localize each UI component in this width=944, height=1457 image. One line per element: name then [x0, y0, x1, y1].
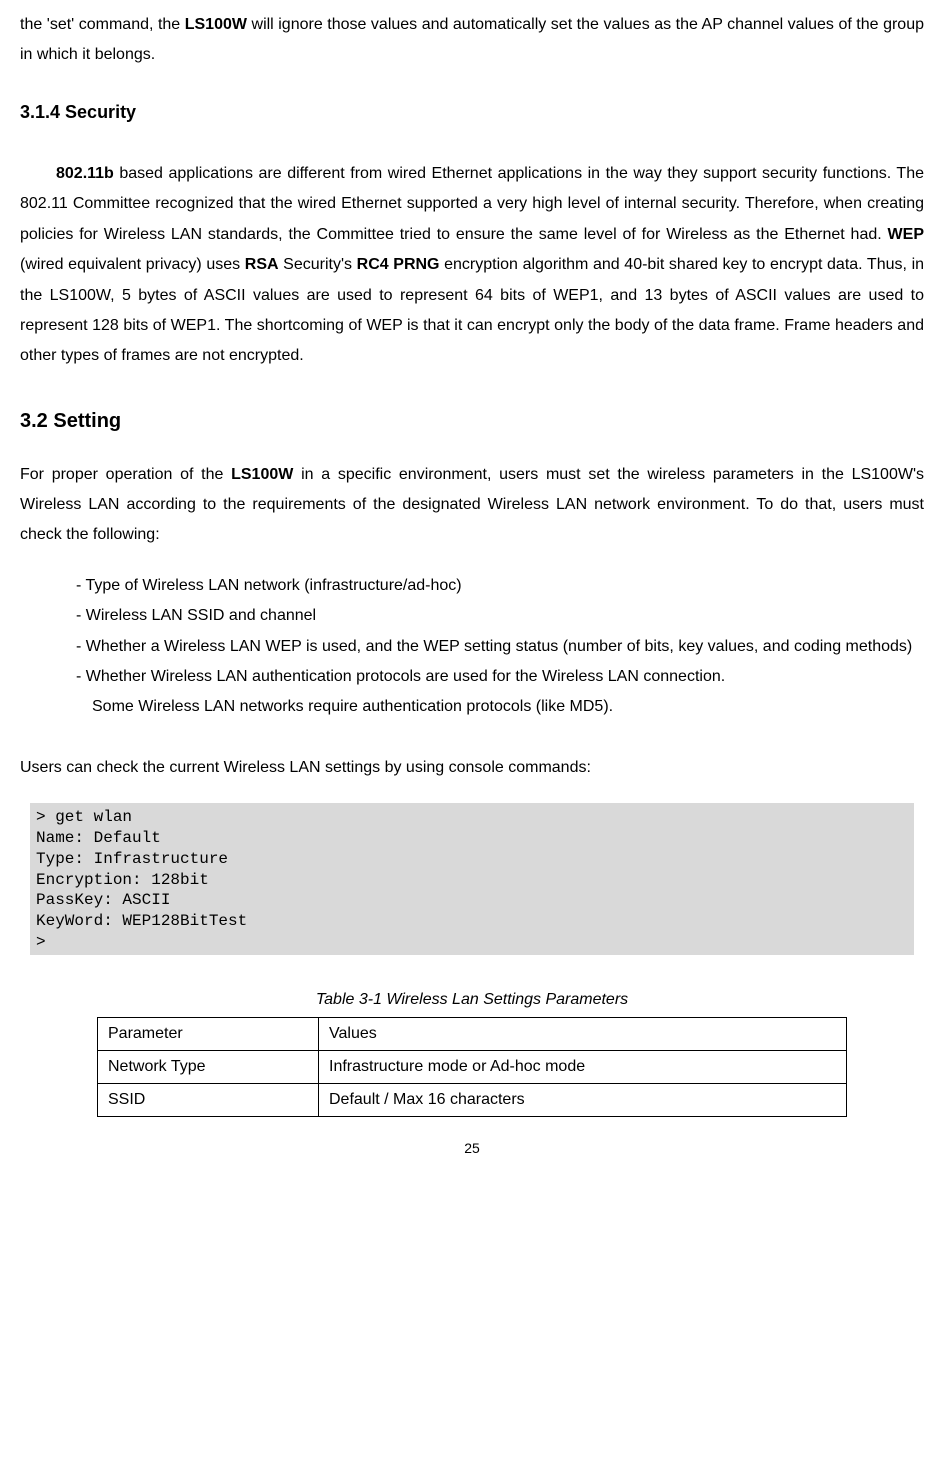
- table-caption: Table 3-1 Wireless Lan Settings Paramete…: [20, 985, 924, 1015]
- bold-ls100w: LS100W: [231, 466, 293, 483]
- table-cell: Values: [319, 1018, 847, 1051]
- console-output: > get wlan Name: Default Type: Infrastru…: [30, 803, 914, 955]
- table-row: SSID Default / Max 16 characters: [98, 1084, 847, 1117]
- table-cell: Infrastructure mode or Ad-hoc mode: [319, 1051, 847, 1084]
- settings-table: Parameter Values Network Type Infrastruc…: [97, 1017, 847, 1117]
- intro-text-before: the 'set' command, the: [20, 16, 185, 33]
- sec-text3: Security's: [279, 256, 357, 273]
- table-cell: Parameter: [98, 1018, 319, 1051]
- bullet-item-1: - Type of Wireless LAN network (infrastr…: [94, 571, 924, 601]
- table-cell: Default / Max 16 characters: [319, 1084, 847, 1117]
- setting-paragraph: For proper operation of the LS100W in a …: [20, 460, 924, 551]
- sec-text2: (wired equivalent privacy) uses: [20, 256, 245, 273]
- bold-wep: WEP: [888, 226, 924, 243]
- bold-rsa: RSA: [245, 256, 279, 273]
- table-row: Parameter Values: [98, 1018, 847, 1051]
- bullet-item-3: - Whether a Wireless LAN WEP is used, an…: [94, 632, 924, 662]
- bullet-item-2: - Wireless LAN SSID and channel: [94, 601, 924, 631]
- intro-paragraph: the 'set' command, the LS100W will ignor…: [20, 10, 924, 71]
- console-paragraph: Users can check the current Wireless LAN…: [20, 753, 924, 783]
- bold-rc4: RC4 PRNG: [357, 256, 440, 273]
- set-text1: For proper operation of the: [20, 466, 231, 483]
- intro-bold: LS100W: [185, 16, 247, 33]
- bullet-item-4: - Whether Wireless LAN authentication pr…: [94, 662, 924, 692]
- bullet-item-5: Some Wireless LAN networks require authe…: [92, 692, 924, 722]
- heading-3-1-4: 3.1.4 Security: [20, 95, 924, 129]
- bullet-list: - Type of Wireless LAN network (infrastr…: [76, 571, 924, 723]
- bold-80211b: 802.11b: [56, 165, 114, 182]
- sec-text1: based applications are different from wi…: [20, 165, 924, 243]
- heading-3-2: 3.2 Setting: [20, 402, 924, 440]
- security-paragraph: 802.11b based applications are different…: [20, 159, 924, 372]
- page-number: 25: [20, 1135, 924, 1162]
- table-cell: SSID: [98, 1084, 319, 1117]
- table-row: Network Type Infrastructure mode or Ad-h…: [98, 1051, 847, 1084]
- table-cell: Network Type: [98, 1051, 319, 1084]
